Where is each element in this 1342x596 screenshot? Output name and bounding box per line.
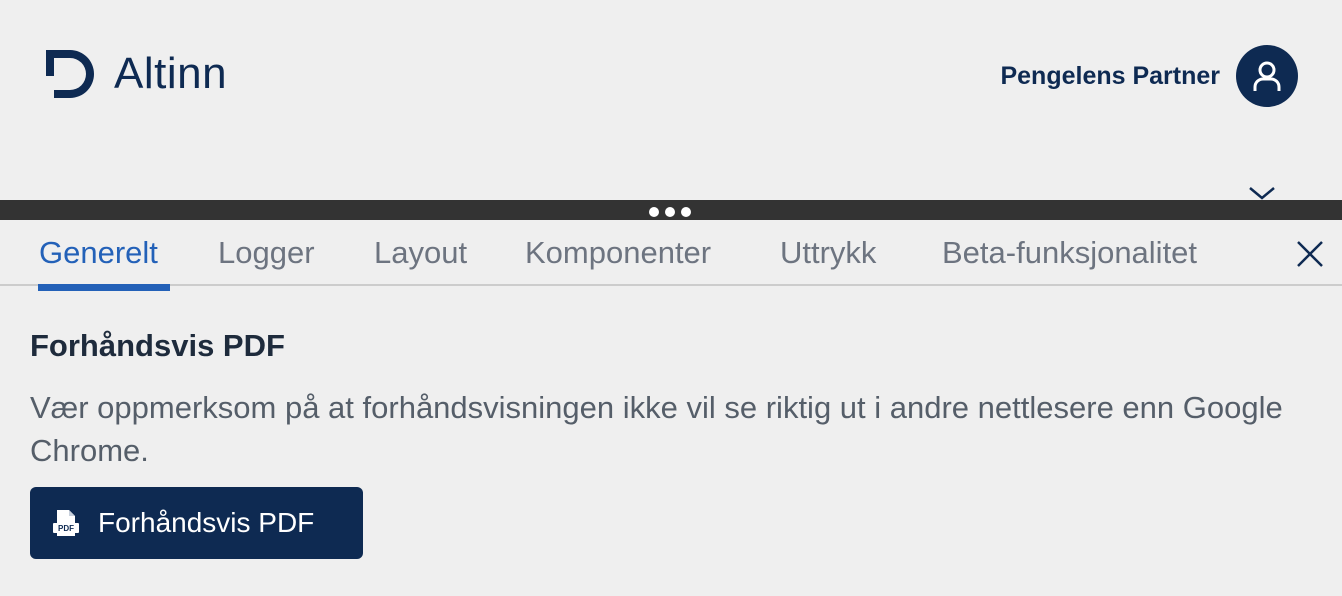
avatar[interactable] [1236,45,1298,107]
preview-pdf-button[interactable]: PDF Forhåndsvis PDF [30,487,363,559]
tab-beta-funksjonalitet[interactable]: Beta-funksjonalitet [942,234,1197,272]
tab-layout[interactable]: Layout [374,234,467,272]
file-pdf-icon: PDF [53,510,79,536]
drag-handle-icon[interactable] [649,207,697,217]
preview-pdf-button-label: Forhåndsvis PDF [98,507,315,538]
section-description: Vær oppmerksom på at forhåndsvisningen i… [30,390,1283,468]
user-menu[interactable]: Pengelens Partner [1000,45,1298,107]
tab-komponenter[interactable]: Komponenter [525,234,711,272]
logo-text: Altinn [114,49,228,98]
tab-uttrykk[interactable]: Uttrykk [780,234,876,272]
active-tab-indicator [38,284,170,291]
close-icon[interactable] [1292,236,1328,272]
user-name: Pengelens Partner [1000,61,1220,90]
tab-logger[interactable]: Logger [218,234,315,272]
chevron-down-icon[interactable] [1248,186,1276,200]
altinn-logo[interactable]: Altinn [46,50,227,98]
altinn-logo-icon [46,50,94,98]
devtools-tab-bar: Generelt Logger Layout Komponenter Uttry… [0,220,1342,286]
user-icon [1253,61,1281,91]
page-header: Altinn Pengelens Partner [0,0,1342,200]
section-title: Forhåndsvis PDF [30,328,285,363]
tab-generelt[interactable]: Generelt [39,234,158,272]
pdf-icon-text: PDF [58,524,74,533]
